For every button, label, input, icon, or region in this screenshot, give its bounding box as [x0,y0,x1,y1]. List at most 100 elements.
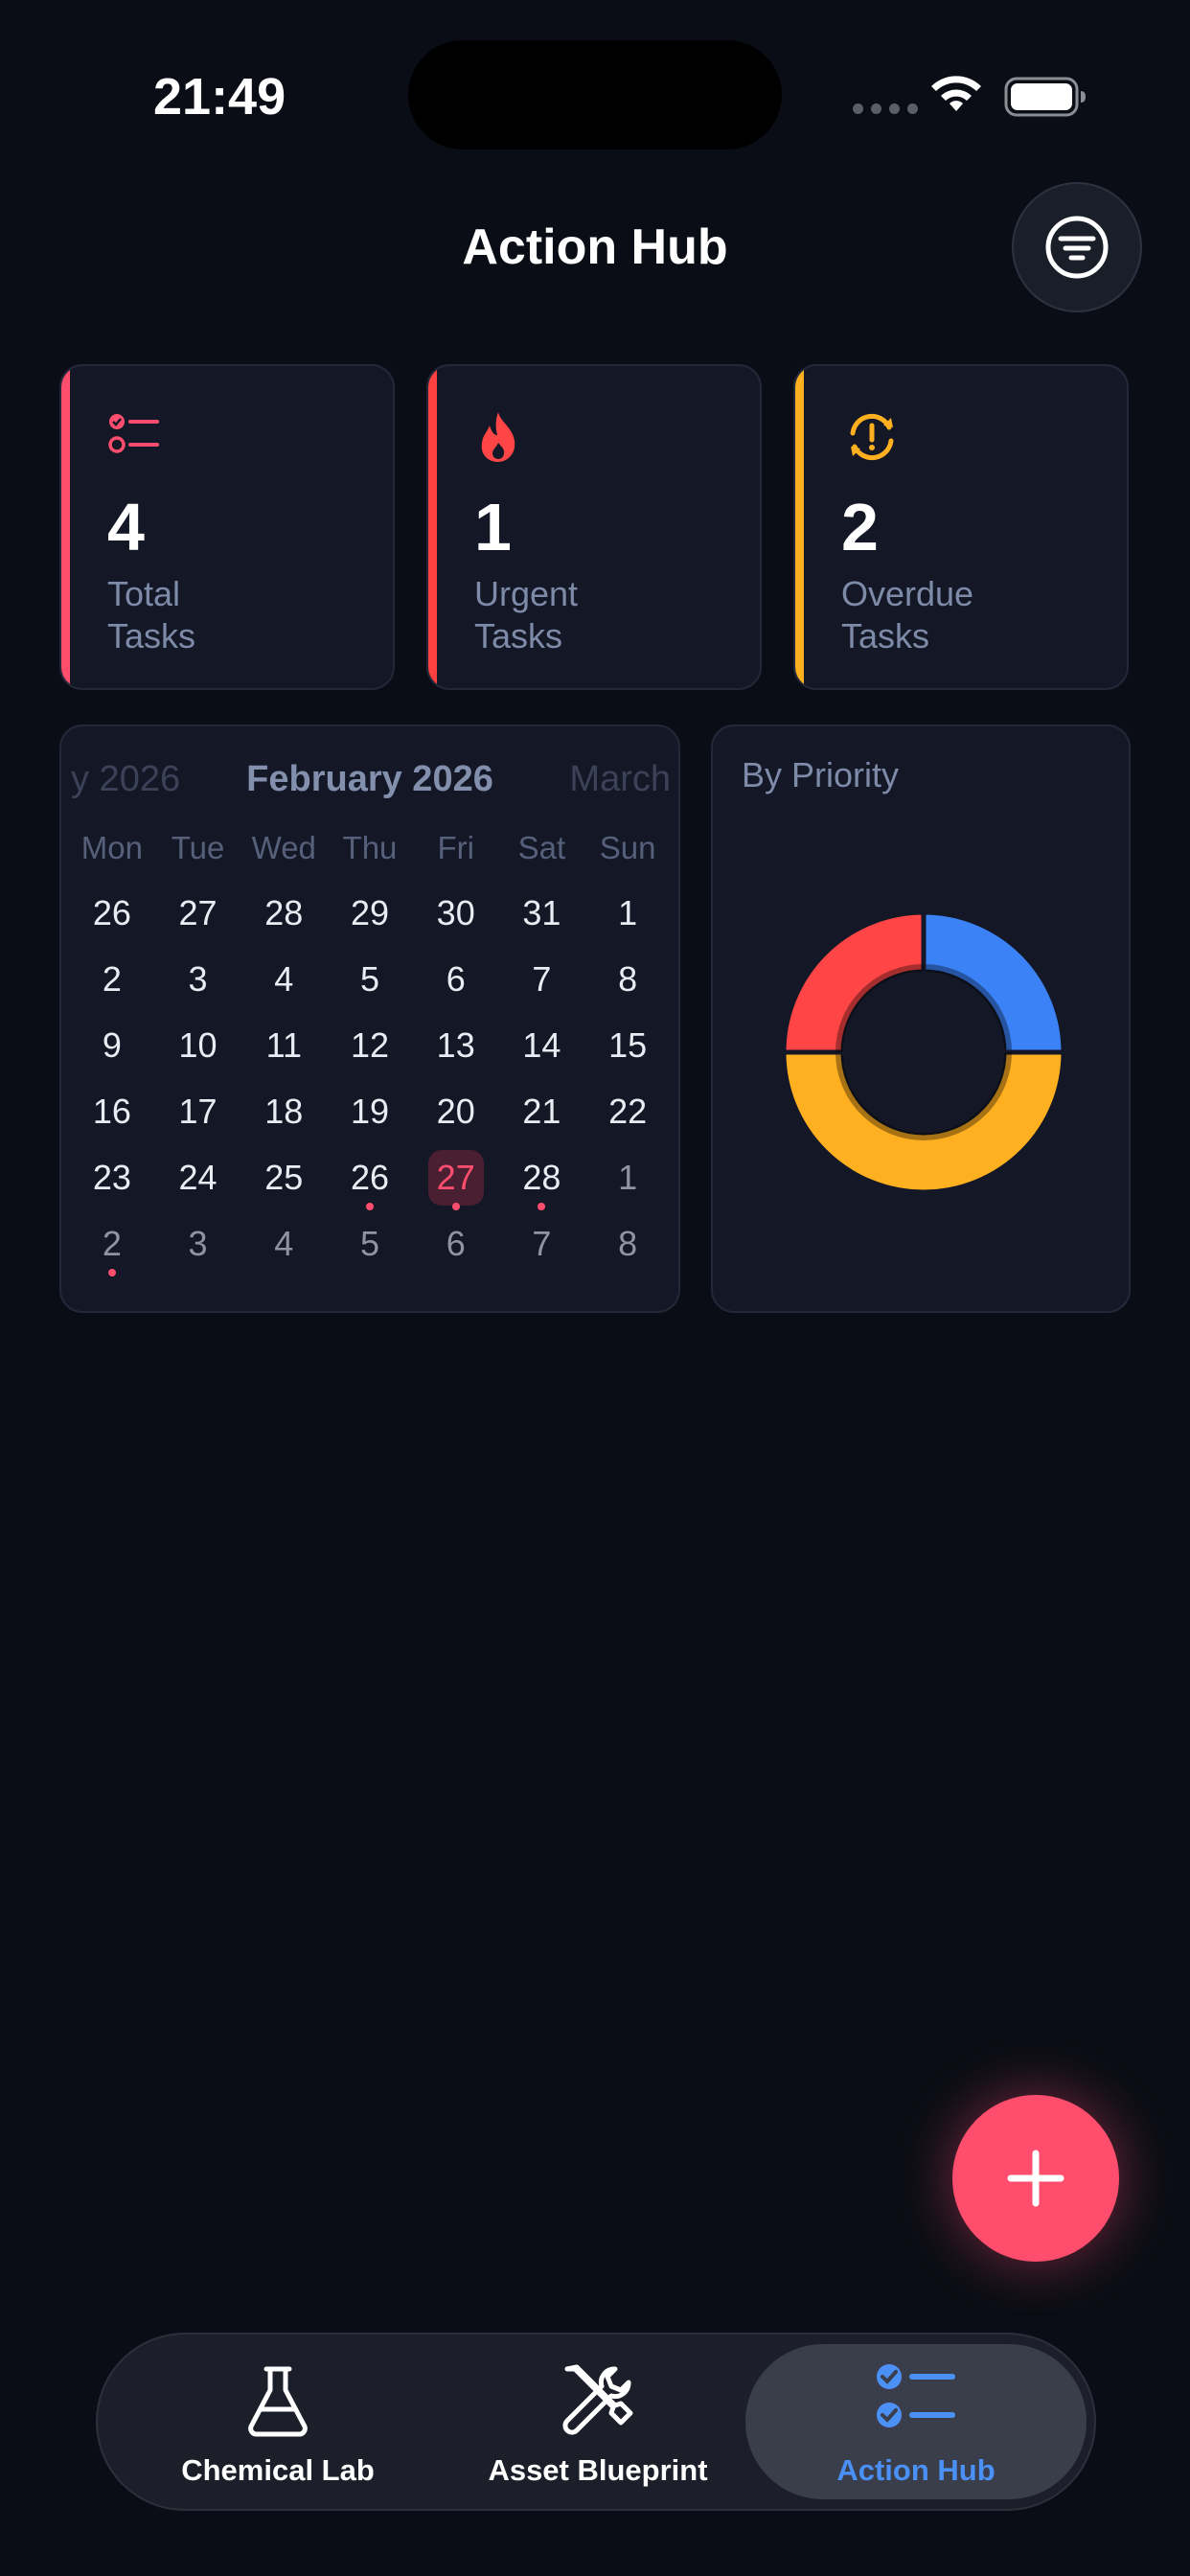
calendar-day[interactable]: 3 [155,946,241,1012]
dynamic-island [408,40,782,150]
calendar-day[interactable]: 2 [69,946,155,1012]
tools-icon [562,2364,633,2435]
calendar-day[interactable]: 1 [584,880,671,946]
calendar-day[interactable]: 30 [413,880,499,946]
calendar-day-number: 31 [522,892,561,932]
stat-card-urgent[interactable]: 1 Urgent Tasks [426,364,762,690]
calendar-day[interactable]: 1 [584,1144,671,1210]
stat-value: 2 [841,490,879,564]
calendar-day[interactable]: 19 [327,1078,413,1144]
calendar-day-number: 8 [618,958,638,999]
stat-card-total[interactable]: 4 Total Tasks [59,364,395,690]
calendar-day[interactable]: 3 [155,1210,241,1276]
calendar-day[interactable]: 5 [327,1210,413,1276]
calendar-day[interactable]: 7 [499,946,585,1012]
filter-button[interactable] [1012,182,1142,312]
calendar-day[interactable]: 21 [499,1078,585,1144]
stat-accent-bar [795,366,804,688]
calendar-grid: 26 27 28 29 30 31 1 2 3 4 5 6 7 8 9 10 11 12 13 14 15 16 17 18 1… [61,880,678,1276]
tab-asset-blueprint[interactable]: Asset Blueprint [427,2344,768,2499]
task-indicator-dot [365,1203,374,1210]
calendar-day[interactable]: 26 [327,1144,413,1210]
calendar-day-number: 27 [178,892,217,932]
tab-chemical-lab[interactable]: Chemical Lab [107,2344,448,2499]
calendar-day[interactable]: 17 [155,1078,241,1144]
calendar-day[interactable]: 28 [240,880,327,946]
calendar-day-number: 1 [618,892,638,932]
calendar-day-number: 1 [618,1157,638,1197]
calendar-day[interactable]: 6 [413,946,499,1012]
calendar-day-number: 20 [436,1091,475,1131]
calendar-day[interactable]: 9 [69,1012,155,1078]
task-indicator-dot [538,1203,546,1210]
battery-icon [1004,77,1086,117]
status-time: 21:49 [153,68,286,126]
weekday-label: Thu [342,830,398,865]
calendar-day[interactable]: 20 [413,1078,499,1144]
calendar-day[interactable]: 4 [240,1210,327,1276]
calendar-day-number: 26 [92,892,131,932]
cellular-signal-icon [853,104,918,114]
calendar-day[interactable]: 14 [499,1012,585,1078]
calendar-day-number: 3 [188,958,208,999]
calendar-day-number: 13 [436,1024,475,1065]
calendar-day[interactable]: 31 [499,880,585,946]
stat-label: Total Tasks [107,574,196,656]
priority-slice[interactable] [781,1049,1066,1195]
calendar-day[interactable]: 29 [327,880,413,946]
calendar-day[interactable]: 12 [327,1012,413,1078]
calendar-day[interactable]: 23 [69,1144,155,1210]
calendar-day-number: 28 [264,892,304,932]
tab-label: Action Hub [836,2453,995,2487]
calendar-day-number: 7 [532,958,552,999]
calendar-day[interactable]: 6 [413,1210,499,1276]
priority-slice[interactable] [921,909,1066,1055]
calendar-day[interactable]: 8 [584,1210,671,1276]
priority-card: By Priority [711,724,1131,1313]
flask-icon [248,2366,308,2437]
calendar-header: y 2026 February 2026 March [61,759,678,807]
calendar-day[interactable]: 26 [69,880,155,946]
weekday-label: Tue [171,830,225,865]
calendar-day[interactable]: 13 [413,1012,499,1078]
weekday-label: Sat [517,830,566,865]
add-task-button[interactable] [952,2095,1119,2262]
calendar-day[interactable]: 2 [69,1210,155,1276]
calendar-day-number: 27 [427,1149,484,1206]
calendar-day-today[interactable]: 27 [413,1144,499,1210]
tab-action-hub[interactable]: Action Hub [745,2344,1087,2499]
calendar-day-number: 25 [264,1157,304,1197]
calendar-day[interactable]: 22 [584,1078,671,1144]
calendar-day[interactable]: 15 [584,1012,671,1078]
calendar-next-month[interactable]: March [569,759,671,800]
calendar-day-number: 26 [350,1157,389,1197]
calendar-day[interactable]: 4 [240,946,327,1012]
priority-slice[interactable] [781,909,927,1055]
calendar-day[interactable]: 25 [240,1144,327,1210]
calendar-day[interactable]: 28 [499,1144,585,1210]
calendar-day-number: 14 [522,1024,561,1065]
calendar-card: y 2026 February 2026 March Mon Tue Wed Thu F… [59,724,680,1313]
calendar-day-number: 6 [446,1223,466,1263]
calendar-day[interactable]: 5 [327,946,413,1012]
fire-icon [481,412,515,462]
calendar-day[interactable]: 16 [69,1078,155,1144]
calendar-day[interactable]: 7 [499,1210,585,1276]
checklist-icon [877,2364,955,2427]
calendar-day[interactable]: 24 [155,1144,241,1210]
weekday-label: Fri [437,830,474,865]
calendar-day-number: 16 [92,1091,131,1131]
calendar-day-number: 2 [102,958,122,999]
calendar-day[interactable]: 10 [155,1012,241,1078]
calendar-day[interactable]: 11 [240,1012,327,1078]
calendar-day[interactable]: 8 [584,946,671,1012]
calendar-day-number: 10 [178,1024,217,1065]
calendar-day[interactable]: 27 [155,880,241,946]
task-indicator-dot [107,1269,116,1276]
calendar-day[interactable]: 18 [240,1078,327,1144]
calendar-day-number: 4 [274,958,294,999]
calendar-day-number: 8 [618,1223,638,1263]
stat-card-overdue[interactable]: 2 Overdue Tasks [793,364,1129,690]
calendar-day-number: 24 [178,1157,217,1197]
calendar-day-number: 17 [178,1091,217,1131]
